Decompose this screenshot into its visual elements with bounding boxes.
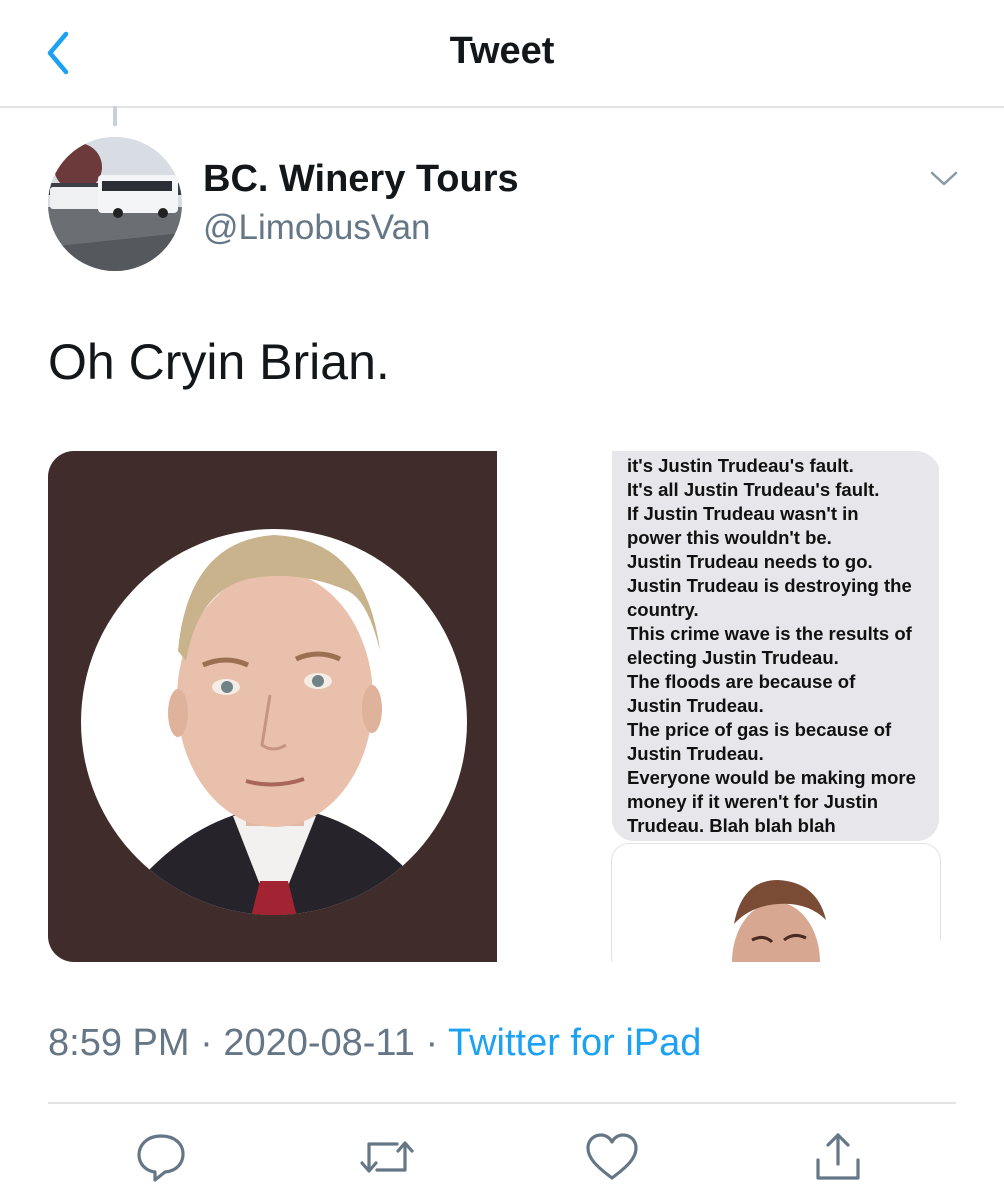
retweet-icon[interactable] <box>357 1130 417 1184</box>
tweet-meta: 8:59 PM · 2020-08-11 · Twitter for iPad <box>48 1022 701 1065</box>
author-name[interactable]: BC. Winery Tours <box>203 158 519 201</box>
screenshot-panel: it's Justin Trudeau's fault. It's all Ju… <box>497 451 941 962</box>
tweet-text: Oh Cryin Brian. <box>48 334 390 390</box>
meta-separator: · <box>425 1022 439 1064</box>
thread-connector <box>113 106 117 126</box>
tweet-source-link[interactable]: Twitter for iPad <box>448 1022 701 1064</box>
crying-man-image <box>611 843 941 962</box>
meta-separator: · <box>200 1022 213 1064</box>
tweet-date: 2020-08-11 <box>223 1022 415 1064</box>
message-bubble: it's Justin Trudeau's fault. It's all Ju… <box>612 451 939 841</box>
tweet-media[interactable]: it's Justin Trudeau's fault. It's all Ju… <box>48 451 941 962</box>
avatar-photo <box>48 137 182 271</box>
reply-icon[interactable] <box>131 1130 191 1184</box>
message-text: it's Justin Trudeau's fault. It's all Ju… <box>627 455 916 836</box>
divider <box>48 1102 956 1104</box>
author-handle[interactable]: @LimobusVan <box>203 208 431 248</box>
tweet-time: 8:59 PM <box>48 1022 190 1064</box>
share-icon[interactable] <box>808 1130 868 1184</box>
chevron-down-icon[interactable] <box>924 164 964 192</box>
page-title: Tweet <box>449 30 555 72</box>
portrait-photo <box>48 451 497 962</box>
avatar[interactable] <box>48 137 182 271</box>
like-icon[interactable] <box>582 1130 642 1184</box>
top-bar: Tweet <box>0 0 1004 108</box>
